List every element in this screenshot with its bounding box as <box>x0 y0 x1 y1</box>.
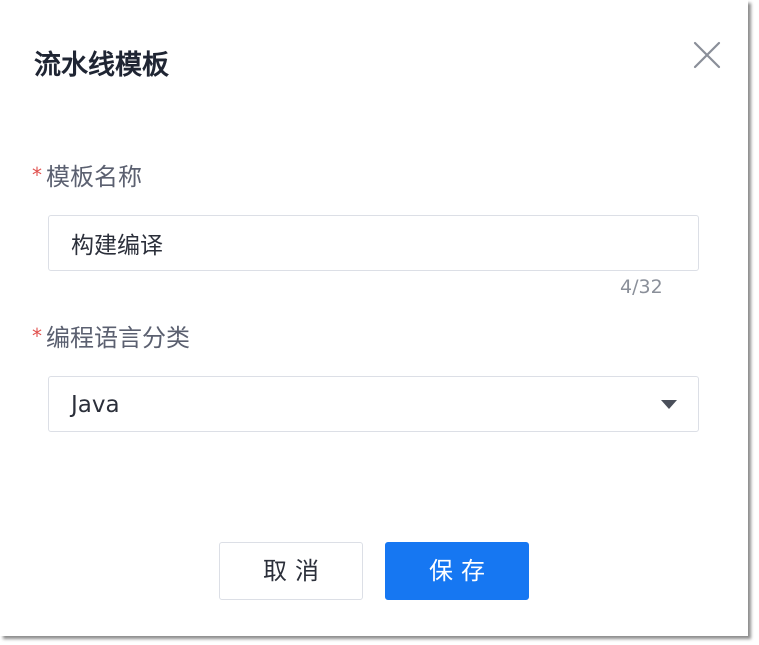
language-label: * 编程语言分类 <box>32 320 190 354</box>
template-name-label-text: 模板名称 <box>46 163 142 191</box>
dialog-title: 流水线模板 <box>34 50 169 81</box>
char-counter: 4/32 <box>620 276 663 298</box>
close-icon[interactable] <box>690 38 724 72</box>
template-dialog: 流水线模板 *模板名称 4/32 *编程语言分类 Java 取消 保存 <box>0 0 748 636</box>
template-name-label: * 模板名称 <box>32 159 142 193</box>
required-mark: * <box>32 324 42 348</box>
caret-down-icon <box>661 400 677 409</box>
close-icon-svg <box>693 41 721 69</box>
language-select[interactable]: Java <box>48 376 699 432</box>
language-label-text: 编程语言分类 <box>46 324 190 352</box>
cancel-button[interactable]: 取消 <box>219 542 363 600</box>
template-name-field <box>48 215 699 271</box>
template-name-input[interactable] <box>49 216 698 270</box>
required-mark: * <box>32 163 42 187</box>
language-select-value: Java <box>71 392 120 418</box>
save-button[interactable]: 保存 <box>385 542 529 600</box>
